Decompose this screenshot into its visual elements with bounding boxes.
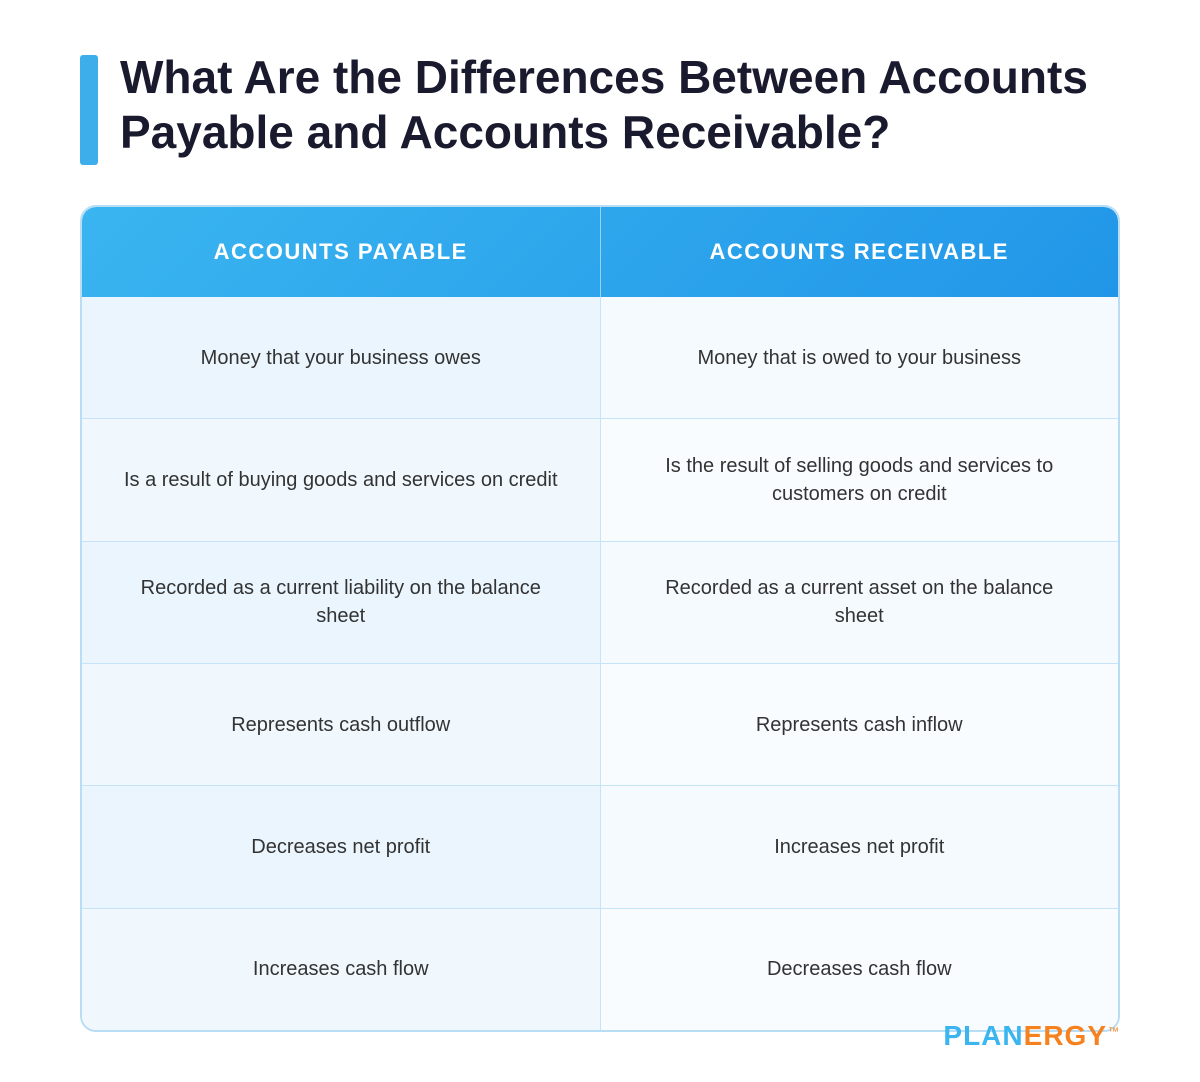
table-row: Money that your business owesMoney that … [82, 297, 1118, 419]
header-accounts-receivable: ACCOUNTS RECEIVABLE [601, 207, 1119, 297]
table-cell-ap-0: Money that your business owes [82, 297, 601, 418]
table-cell-ap-1: Is a result of buying goods and services… [82, 419, 601, 540]
table-cell-ap-4: Decreases net profit [82, 786, 601, 907]
table-cell-ap-5: Increases cash flow [82, 909, 601, 1030]
table-row: Recorded as a current liability on the b… [82, 542, 1118, 664]
table-cell-ar-4: Increases net profit [601, 786, 1119, 907]
comparison-table: ACCOUNTS PAYABLE ACCOUNTS RECEIVABLE Mon… [80, 205, 1120, 1032]
page-container: What Are the Differences Between Account… [0, 0, 1200, 1082]
table-row: Increases cash flowDecreases cash flow [82, 909, 1118, 1030]
table-body: Money that your business owesMoney that … [82, 297, 1118, 1030]
table-cell-ap-3: Represents cash outflow [82, 664, 601, 785]
table-row: Represents cash outflowRepresents cash i… [82, 664, 1118, 786]
table-cell-ar-3: Represents cash inflow [601, 664, 1119, 785]
branding: PLANERGY™ [943, 1020, 1120, 1052]
blue-accent-bar [80, 55, 98, 165]
table-header: ACCOUNTS PAYABLE ACCOUNTS RECEIVABLE [82, 207, 1118, 297]
brand-ergy-text: ERGY™ [1024, 1020, 1120, 1052]
header-section: What Are the Differences Between Account… [80, 50, 1120, 165]
table-cell-ar-1: Is the result of selling goods and servi… [601, 419, 1119, 540]
table-cell-ar-0: Money that is owed to your business [601, 297, 1119, 418]
table-row: Is a result of buying goods and services… [82, 419, 1118, 541]
table-row: Decreases net profitIncreases net profit [82, 786, 1118, 908]
header-accounts-payable: ACCOUNTS PAYABLE [82, 207, 601, 297]
table-cell-ar-2: Recorded as a current asset on the balan… [601, 542, 1119, 663]
table-cell-ap-2: Recorded as a current liability on the b… [82, 542, 601, 663]
brand-plan-text: PLAN [943, 1020, 1023, 1052]
page-title: What Are the Differences Between Account… [120, 50, 1120, 160]
table-cell-ar-5: Decreases cash flow [601, 909, 1119, 1030]
